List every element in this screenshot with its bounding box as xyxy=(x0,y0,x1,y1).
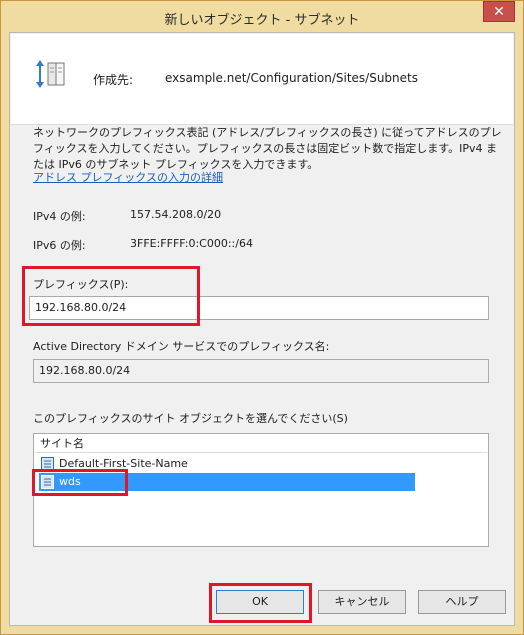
help-button[interactable]: ヘルプ xyxy=(418,590,506,614)
header-panel: 作成先: exsample.net/Configuration/Sites/Su… xyxy=(11,34,513,125)
title-bar[interactable]: 新しいオブジェクト - サブネット ✕ xyxy=(1,1,523,33)
create-in-path: exsample.net/Configuration/Sites/Subnets xyxy=(165,71,418,85)
ipv6-example-value: 3FFE:FFFF:0:C000::/64 xyxy=(130,237,253,250)
site-item-label: wds xyxy=(59,475,81,488)
site-name-column-header[interactable]: サイト名 xyxy=(35,435,487,453)
window-title: 新しいオブジェクト - サブネット xyxy=(164,13,360,28)
close-button[interactable]: ✕ xyxy=(483,1,515,22)
description-line: フィックスを入力してください。プレフィックスの長さは固定ビット数で指定します。I… xyxy=(33,142,498,155)
prefix-input[interactable]: 192.168.80.0/24 xyxy=(29,296,489,320)
close-icon: ✕ xyxy=(493,4,505,20)
ad-prefix-label: Active Directory ドメイン サービスでのプレフィックス名: xyxy=(33,340,330,353)
description-line: ネットワークのプレフィックス表記 (アドレス/プレフィックスの長さ) に従ってア… xyxy=(33,126,502,139)
description-text: ネットワークのプレフィックス表記 (アドレス/プレフィックスの長さ) に従ってア… xyxy=(33,125,503,173)
create-in-label: 作成先: xyxy=(93,73,134,87)
site-item-default-first-site-name[interactable]: Default-First-Site-Name xyxy=(39,455,415,473)
prefix-help-link[interactable]: アドレス プレフィックスの入力の詳細 xyxy=(33,169,223,185)
dialog-client: 作成先: exsample.net/Configuration/Sites/Su… xyxy=(9,32,515,626)
ad-prefix-field: 192.168.80.0/24 xyxy=(33,359,489,383)
site-select-label: このプレフィックスのサイト オブジェクトを選んでください(S) xyxy=(33,412,348,425)
ipv6-example-label: IPv6 の例: xyxy=(33,239,86,252)
cancel-button[interactable]: キャンセル xyxy=(318,590,406,614)
site-icon xyxy=(41,475,54,495)
site-item-label: Default-First-Site-Name xyxy=(59,457,188,470)
dialog-window: 新しいオブジェクト - サブネット ✕ 作成先: exsample.net/Co… xyxy=(0,0,524,635)
ipv4-example-label: IPv4 の例: xyxy=(33,210,86,223)
site-listbox[interactable]: サイト名 Default-First-Site-Name wds xyxy=(33,433,489,547)
ipv4-example-value: 157.54.208.0/20 xyxy=(130,208,222,221)
site-item-wds[interactable]: wds xyxy=(39,473,415,491)
ok-button[interactable]: OK xyxy=(216,590,304,614)
subnet-icon xyxy=(36,60,70,91)
prefix-label: プレフィックス(P): xyxy=(33,278,129,291)
